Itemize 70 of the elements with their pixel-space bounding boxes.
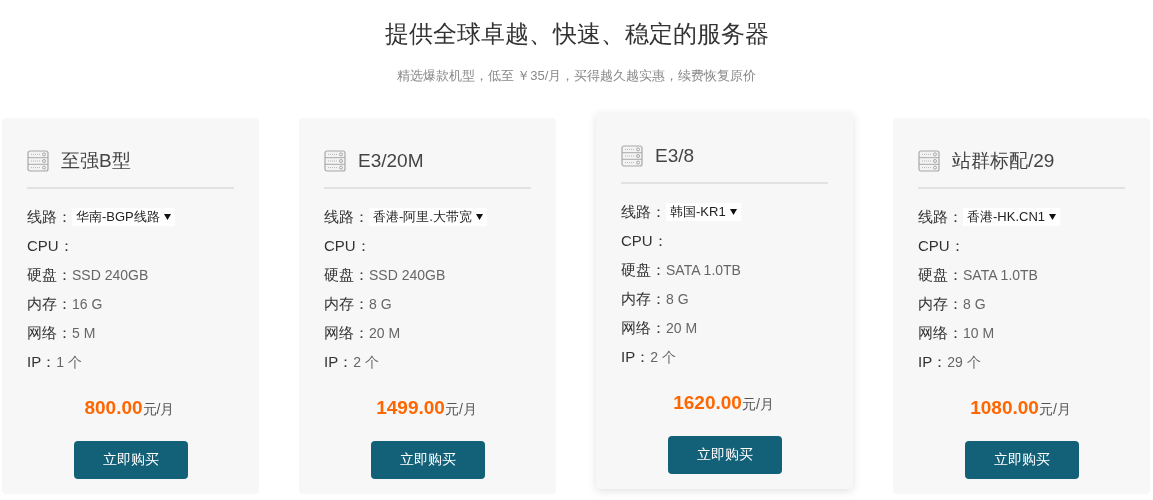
spec-label: 内存：: [324, 293, 369, 314]
plan-name: 至强B型: [61, 148, 131, 173]
server-icon: [324, 149, 346, 172]
spec-label: CPU：: [324, 235, 371, 256]
line-select[interactable]: 华南-BGP线路: [72, 208, 175, 226]
buy-button[interactable]: 立即购买: [964, 440, 1079, 479]
caret-icon: [163, 214, 171, 220]
spec-label: IP：: [918, 351, 948, 372]
spec-label: 线路：: [324, 206, 369, 227]
buy-button[interactable]: 立即购买: [370, 440, 485, 479]
spec-label: 硬盘：: [27, 264, 72, 285]
caret-icon: [475, 214, 483, 220]
spec-label: 网络：: [27, 322, 72, 343]
spec-value: SSD 240GB: [369, 265, 446, 285]
spec-value: 5 M: [72, 323, 96, 343]
price: 1499.00: [376, 396, 445, 420]
plan-name: E3/8: [655, 143, 695, 168]
page-title: 提供全球卓越、快速、稳定的服务器: [384, 19, 769, 49]
spec-label: IP：: [27, 351, 57, 372]
page-subtitle: 精选爆款机型，低至 ￥35/月，买得越久越实惠，续费恢复原价: [396, 67, 757, 85]
spec-value: SATA 1.0TB: [666, 260, 741, 280]
line-select[interactable]: 韩国-KR1: [666, 203, 741, 221]
plan-name: E3/20M: [358, 148, 424, 173]
buy-button[interactable]: 立即购买: [73, 440, 188, 479]
spec-value: 16 G: [72, 294, 103, 314]
spec-value: 29 个: [947, 352, 981, 372]
spec-value: SATA 1.0TB: [963, 265, 1038, 285]
spec-label: CPU：: [621, 230, 668, 251]
spec-label: 内存：: [918, 293, 963, 314]
spec-label: CPU：: [27, 235, 74, 256]
spec-label: CPU：: [918, 235, 965, 256]
spec-label: 内存：: [621, 288, 666, 309]
spec-label: 线路：: [918, 206, 963, 227]
plan-name: 站群标配/29: [952, 148, 1055, 173]
spec-label: 线路：: [621, 201, 666, 222]
price-unit: 元/月: [444, 400, 477, 419]
price-unit: 元/月: [1038, 400, 1071, 419]
spec-value: 1 个: [56, 352, 82, 372]
server-icon: [621, 144, 643, 167]
spec-label: 硬盘：: [621, 259, 666, 280]
spec-value: SSD 240GB: [72, 265, 149, 285]
caret-icon: [729, 209, 737, 215]
spec-value: 8 G: [666, 289, 689, 309]
spec-label: 网络：: [324, 322, 369, 343]
server-icon: [918, 149, 940, 172]
spec-label: 内存：: [27, 293, 72, 314]
spec-label: 线路：: [27, 206, 72, 227]
spec-label: 硬盘：: [324, 264, 369, 285]
buy-button[interactable]: 立即购买: [667, 435, 782, 474]
price-unit: 元/月: [741, 395, 774, 414]
server-icon: [27, 149, 49, 172]
spec-label: IP：: [324, 351, 354, 372]
price: 1620.00: [673, 391, 742, 415]
spec-value: 8 G: [369, 294, 392, 314]
spec-value: 20 M: [369, 323, 401, 343]
spec-label: 网络：: [621, 317, 666, 338]
line-select[interactable]: 香港-阿里.大带宽: [369, 208, 487, 226]
caret-icon: [1049, 214, 1056, 220]
spec-label: 网络：: [918, 322, 963, 343]
spec-label: 硬盘：: [918, 264, 963, 285]
spec-value: 8 G: [963, 294, 986, 314]
price-unit: 元/月: [142, 400, 175, 419]
spec-label: IP：: [621, 346, 651, 367]
spec-value: 2 个: [650, 347, 676, 367]
line-select[interactable]: 香港-HK.CN1: [963, 208, 1060, 226]
spec-value: 20 M: [666, 318, 698, 338]
price: 1080.00: [970, 396, 1039, 420]
spec-value: 2 个: [353, 352, 379, 372]
price: 800.00: [84, 396, 143, 420]
spec-value: 10 M: [963, 323, 995, 343]
